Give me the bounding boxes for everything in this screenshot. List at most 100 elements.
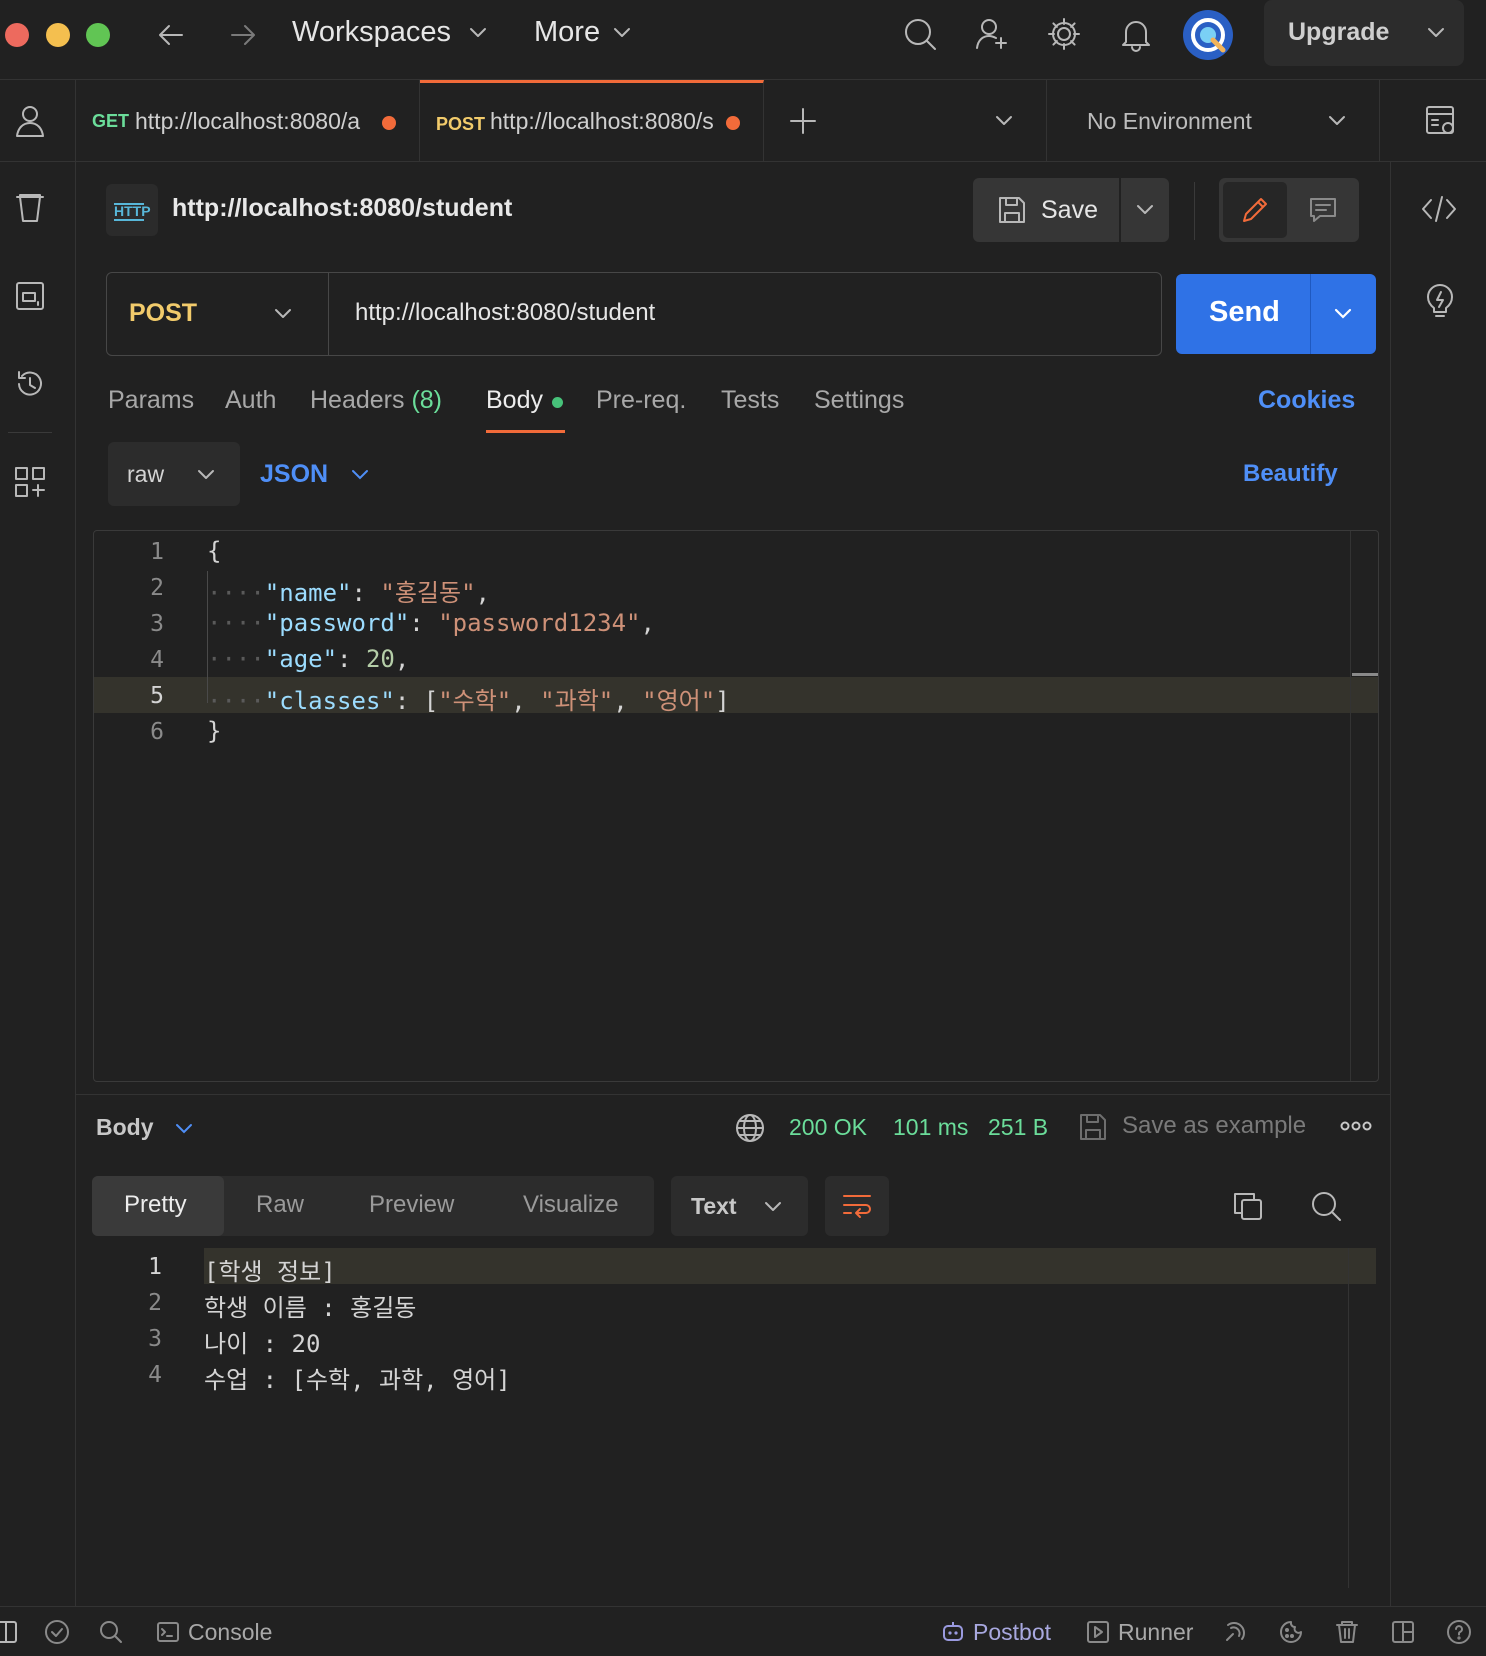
save-button[interactable]: Save: [973, 178, 1119, 242]
environment-selector[interactable]: No Environment: [1046, 80, 1380, 162]
find-icon[interactable]: [98, 1619, 124, 1645]
response-status[interactable]: 200 OK: [789, 1114, 867, 1141]
line-number: 4: [148, 1362, 162, 1388]
invite-user-icon[interactable]: [974, 16, 1010, 52]
tab-prereq[interactable]: Pre-req.: [596, 386, 686, 415]
tab-params[interactable]: Params: [108, 386, 194, 415]
body-language-select[interactable]: JSON: [260, 442, 380, 506]
wrap-lines-button[interactable]: [825, 1176, 889, 1236]
save-options-button[interactable]: [1121, 178, 1169, 242]
cookies-link[interactable]: Cookies: [1258, 386, 1355, 415]
response-size[interactable]: 251 B: [988, 1114, 1048, 1141]
cookies-icon[interactable]: [1278, 1619, 1304, 1645]
tab-preview[interactable]: Preview: [369, 1191, 454, 1219]
tab-headers[interactable]: Headers (8): [310, 386, 442, 415]
line-number: 1: [150, 539, 164, 565]
runner-button[interactable]: Runner: [1086, 1617, 1198, 1647]
maximize-window-button[interactable]: [86, 23, 110, 47]
minimize-window-button[interactable]: [46, 23, 70, 47]
response-time[interactable]: 101 ms: [893, 1114, 968, 1141]
sidebar-item-add-apps[interactable]: [14, 466, 46, 498]
close-window-button[interactable]: [5, 23, 29, 47]
sidebar-item-environments[interactable]: [14, 280, 46, 312]
postbot-icon: [943, 1622, 963, 1641]
json-number: 20: [365, 645, 395, 673]
search-response-icon[interactable]: [1310, 1190, 1342, 1222]
response-format-label: Text: [691, 1193, 737, 1219]
body-mode-select[interactable]: raw: [108, 442, 240, 506]
json-key: "classes": [264, 687, 395, 715]
runner-label: Runner: [1118, 1619, 1194, 1645]
json-string: "수학": [438, 687, 512, 715]
tab-visualize[interactable]: Visualize: [523, 1191, 619, 1219]
trash-icon[interactable]: [1334, 1619, 1360, 1645]
environment-quick-look-icon[interactable]: [1424, 104, 1458, 138]
tab-pretty-label: Pretty: [124, 1191, 187, 1218]
send-options-button[interactable]: [1311, 274, 1376, 354]
toggle-sidebar-icon[interactable]: [0, 1620, 18, 1644]
tab-pretty[interactable]: Pretty: [92, 1176, 224, 1236]
method-selector[interactable]: POST: [107, 273, 329, 355]
lightbulb-icon[interactable]: [1425, 284, 1455, 320]
back-arrow-icon[interactable]: [156, 20, 186, 50]
tab-tests[interactable]: Tests: [721, 386, 779, 415]
save-as-example-button[interactable]: Save as example: [1078, 1110, 1318, 1146]
capture-requests-icon[interactable]: [1222, 1619, 1248, 1645]
copy-icon[interactable]: [1232, 1190, 1264, 1222]
body-modified-dot: [552, 397, 563, 408]
send-button[interactable]: Send: [1176, 274, 1310, 354]
line-number: 5: [150, 683, 164, 709]
workspaces-menu[interactable]: Workspaces: [292, 0, 492, 70]
comments-mode-button[interactable]: [1291, 182, 1355, 238]
headers-count-badge: (8): [411, 386, 443, 414]
request-title[interactable]: http://localhost:8080/student: [172, 194, 512, 223]
save-floppy-icon: [999, 197, 1025, 223]
upgrade-button[interactable]: Upgrade: [1264, 0, 1464, 66]
response-format-select[interactable]: Text: [671, 1176, 808, 1236]
postbot-button[interactable]: Postbot: [940, 1617, 1060, 1647]
tab-raw[interactable]: Raw: [256, 1191, 304, 1219]
globe-icon[interactable]: [734, 1112, 766, 1144]
response-scrollbar-track[interactable]: [1348, 1248, 1349, 1588]
tab-post-request[interactable]: POST http://localhost:8080/s: [420, 80, 764, 162]
tabs-overflow-chevron-icon[interactable]: [994, 114, 1014, 128]
http-request-icon: HTTP: [106, 184, 158, 236]
line-number: 1: [148, 1254, 162, 1280]
more-options-icon[interactable]: [1340, 1118, 1372, 1134]
beautify-link[interactable]: Beautify: [1243, 460, 1338, 488]
json-string: "홍길동": [380, 579, 476, 607]
request-body-editor[interactable]: 1 2 3 4 5 6 { ····"name": "홍길동", ····"pa…: [93, 530, 1379, 1082]
more-menu[interactable]: More: [534, 0, 644, 70]
code-line-5: ····"classes": ["수학", "과학", "영어"]: [207, 687, 730, 715]
tab-body[interactable]: Body: [486, 386, 565, 434]
title-bar: Workspaces More Upgrade: [0, 0, 1486, 80]
tab-auth[interactable]: Auth: [225, 386, 276, 415]
response-body-viewer[interactable]: 1 2 3 4 [학생 정보] 학생 이름 : 홍길동 나이 : 20 수업 :…: [92, 1248, 1378, 1588]
sidebar-item-account[interactable]: [0, 80, 76, 162]
url-input[interactable]: http://localhost:8080/student: [355, 299, 655, 327]
notification-bell-icon[interactable]: [1118, 16, 1154, 52]
search-icon[interactable]: [902, 16, 938, 52]
forward-arrow-icon[interactable]: [228, 20, 258, 50]
tab-get-request[interactable]: GET http://localhost:8080/a: [76, 80, 420, 162]
two-pane-view-icon[interactable]: [1390, 1619, 1416, 1645]
user-icon: [16, 106, 44, 137]
save-label: Save: [1041, 196, 1098, 224]
response-divider[interactable]: [76, 1094, 1390, 1095]
help-icon[interactable]: [1446, 1619, 1472, 1645]
new-tab-plus-icon[interactable]: [788, 106, 818, 136]
editor-scrollbar-track[interactable]: [1350, 531, 1351, 1081]
settings-gear-icon[interactable]: [1046, 16, 1082, 52]
check-circle-icon[interactable]: [44, 1619, 70, 1645]
avatar[interactable]: [1183, 10, 1233, 60]
editor-scroll-marker: [1352, 673, 1378, 676]
code-snippet-icon[interactable]: [1421, 194, 1457, 224]
tab-settings[interactable]: Settings: [814, 386, 904, 415]
response-section-select[interactable]: Body: [96, 1108, 206, 1148]
console-button[interactable]: Console: [156, 1617, 286, 1647]
sidebar-item-history[interactable]: [14, 368, 46, 400]
edit-mode-button[interactable]: [1223, 182, 1287, 238]
sidebar-item-collections[interactable]: [14, 192, 46, 224]
url-bar: POST http://localhost:8080/student: [106, 272, 1162, 356]
environment-icon: [16, 282, 44, 310]
